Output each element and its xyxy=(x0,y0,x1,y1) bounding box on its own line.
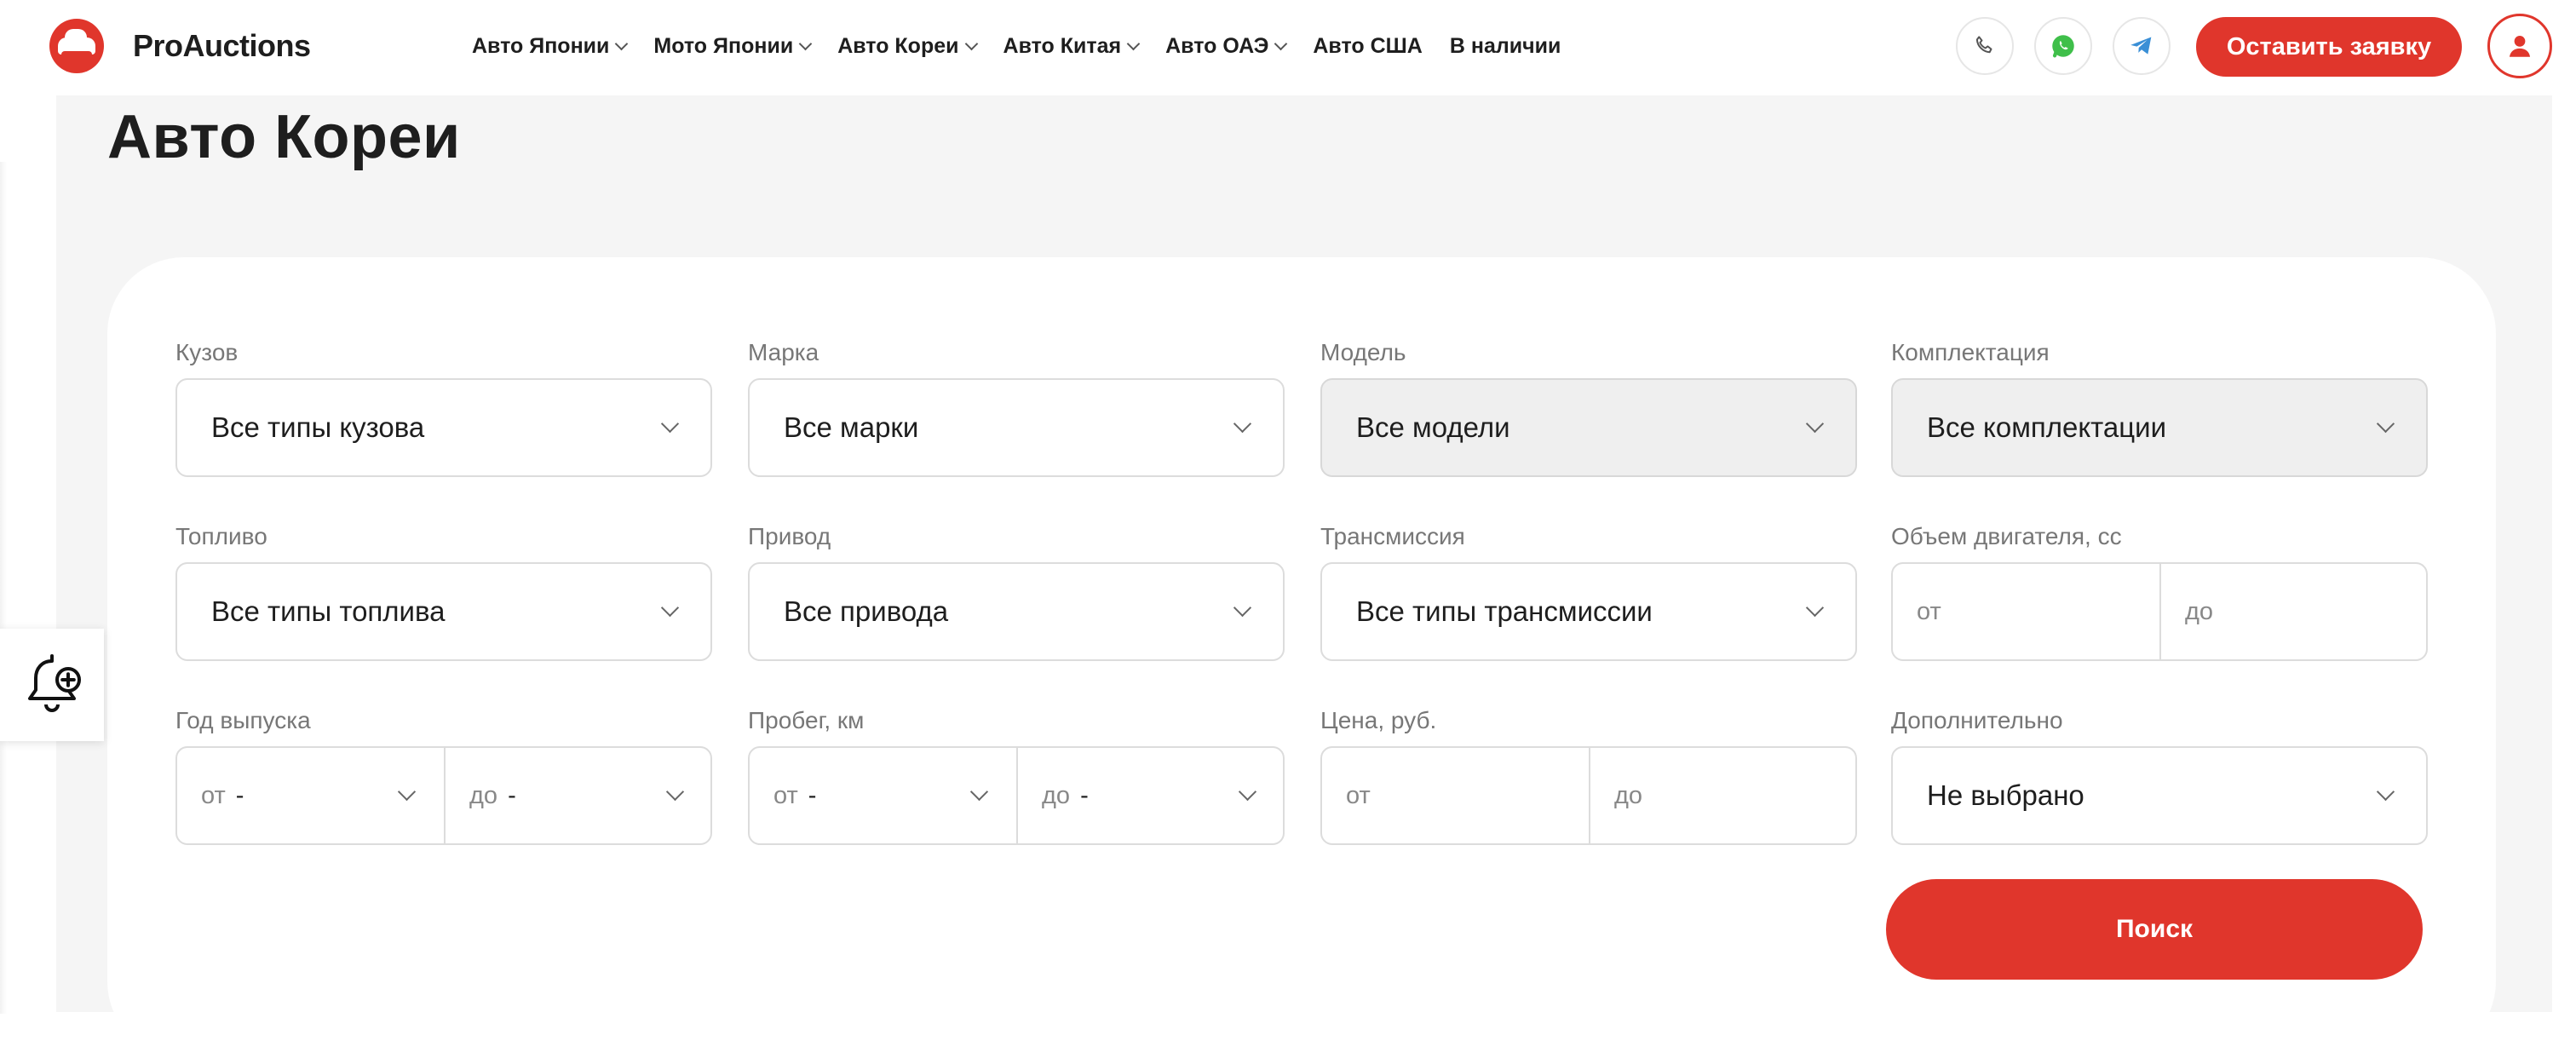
year-label: Год выпуска xyxy=(175,707,311,733)
chevron-down-icon xyxy=(615,37,629,50)
bell-plus-icon xyxy=(28,654,81,712)
nav-item-auto-korea[interactable]: Авто Кореи xyxy=(837,34,978,59)
profile-button[interactable] xyxy=(2487,14,2552,78)
fuel-value: Все типы топлива xyxy=(211,595,446,627)
chevron-down-icon xyxy=(660,414,680,434)
chevron-down-icon xyxy=(969,782,989,802)
transmission-value: Все типы трансмиссии xyxy=(1356,595,1653,627)
chevron-down-icon xyxy=(397,782,417,802)
nav-item-auto-china[interactable]: Авто Китая xyxy=(1003,34,1141,59)
additional-value: Не выбрано xyxy=(1927,779,2084,811)
model-select[interactable]: Все модели xyxy=(1320,378,1857,477)
phone-icon xyxy=(1975,36,1992,54)
chevron-down-icon xyxy=(2376,414,2395,434)
price-from-input[interactable]: от xyxy=(1322,748,1589,843)
additional-label: Дополнительно xyxy=(1891,707,2063,733)
whatsapp-button[interactable] xyxy=(2034,17,2092,75)
drive-label: Привод xyxy=(748,523,831,549)
mileage-to-select[interactable]: до - xyxy=(1016,748,1283,843)
chevron-down-icon xyxy=(798,37,813,50)
mileage-range: от - до - xyxy=(748,746,1285,845)
main-nav: Авто Японии Мото Японии Авто Кореи Авто … xyxy=(472,26,1588,66)
chevron-down-icon xyxy=(1126,37,1141,50)
body-type-label: Кузов xyxy=(175,339,239,365)
phone-button[interactable] xyxy=(1956,17,2014,75)
telegram-button[interactable] xyxy=(2113,17,2171,75)
chevron-down-icon xyxy=(1233,414,1252,434)
trim-label: Комплектация xyxy=(1891,339,2050,365)
chevron-down-icon xyxy=(1805,414,1825,434)
logo-car-icon xyxy=(49,19,104,73)
chevron-down-icon xyxy=(1238,782,1257,802)
brand-label: Марка xyxy=(748,339,819,365)
site-header: ProAuctions Авто Японии Мото Японии Авто… xyxy=(0,0,2576,92)
chevron-down-icon xyxy=(1274,37,1288,50)
engine-volume-from-input[interactable]: от xyxy=(1893,564,2159,659)
logo[interactable]: ProAuctions xyxy=(49,19,311,73)
nav-item-in-stock[interactable]: В наличии xyxy=(1450,34,1561,59)
transmission-select[interactable]: Все типы трансмиссии xyxy=(1320,562,1857,661)
logo-text: ProAuctions xyxy=(133,28,311,63)
search-button[interactable]: Поиск xyxy=(1886,879,2423,980)
chevron-down-icon xyxy=(660,598,680,618)
engine-volume-to-input[interactable]: до xyxy=(2159,564,2426,659)
chevron-down-icon xyxy=(964,37,978,50)
engine-volume-label: Объем двигателя, сс xyxy=(1891,523,2122,549)
additional-select[interactable]: Не выбрано xyxy=(1891,746,2428,845)
mileage-from-select[interactable]: от - xyxy=(750,748,1016,843)
leave-request-button[interactable]: Оставить заявку xyxy=(2196,17,2462,77)
year-to-select[interactable]: до - xyxy=(444,748,710,843)
trim-select[interactable]: Все комплектации xyxy=(1891,378,2428,477)
page-edge-shadow xyxy=(0,162,7,1014)
whatsapp-icon xyxy=(2052,35,2074,58)
chevron-down-icon xyxy=(665,782,685,802)
year-range: от - до - xyxy=(175,746,712,845)
model-value: Все модели xyxy=(1356,411,1510,443)
body-type-select[interactable]: Все типы кузова xyxy=(175,378,712,477)
drive-value: Все привода xyxy=(784,595,949,627)
chevron-down-icon xyxy=(2376,782,2395,802)
user-icon xyxy=(2509,35,2531,57)
chevron-down-icon xyxy=(1805,598,1825,618)
subscribe-alert-button[interactable] xyxy=(0,629,104,741)
body-type-value: Все типы кузова xyxy=(211,411,425,443)
fuel-select[interactable]: Все типы топлива xyxy=(175,562,712,661)
nav-item-auto-uae[interactable]: Авто ОАЭ xyxy=(1165,34,1288,59)
transmission-label: Трансмиссия xyxy=(1320,523,1465,549)
model-label: Модель xyxy=(1320,339,1406,365)
price-to-input[interactable]: до xyxy=(1589,748,1855,843)
price-range: от до xyxy=(1320,746,1857,845)
year-from-select[interactable]: от - xyxy=(177,748,444,843)
trim-value: Все комплектации xyxy=(1927,411,2167,443)
price-label: Цена, руб. xyxy=(1320,707,1437,733)
drive-select[interactable]: Все привода xyxy=(748,562,1285,661)
engine-volume-range: от до xyxy=(1891,562,2428,661)
brand-value: Все марки xyxy=(784,411,919,443)
chevron-down-icon xyxy=(1233,598,1252,618)
fuel-label: Топливо xyxy=(175,523,267,549)
mileage-label: Пробег, км xyxy=(748,707,865,733)
brand-select[interactable]: Все марки xyxy=(748,378,1285,477)
page-title: Авто Кореи xyxy=(107,103,461,171)
nav-item-auto-usa[interactable]: Авто США xyxy=(1313,34,1422,59)
nav-item-auto-japan[interactable]: Авто Японии xyxy=(472,34,629,59)
telegram-icon xyxy=(2130,37,2152,55)
catalog-section: Авто Кореи Кузов Все типы кузова Марка В… xyxy=(56,95,2552,1058)
nav-item-moto-japan[interactable]: Мото Японии xyxy=(653,34,813,59)
